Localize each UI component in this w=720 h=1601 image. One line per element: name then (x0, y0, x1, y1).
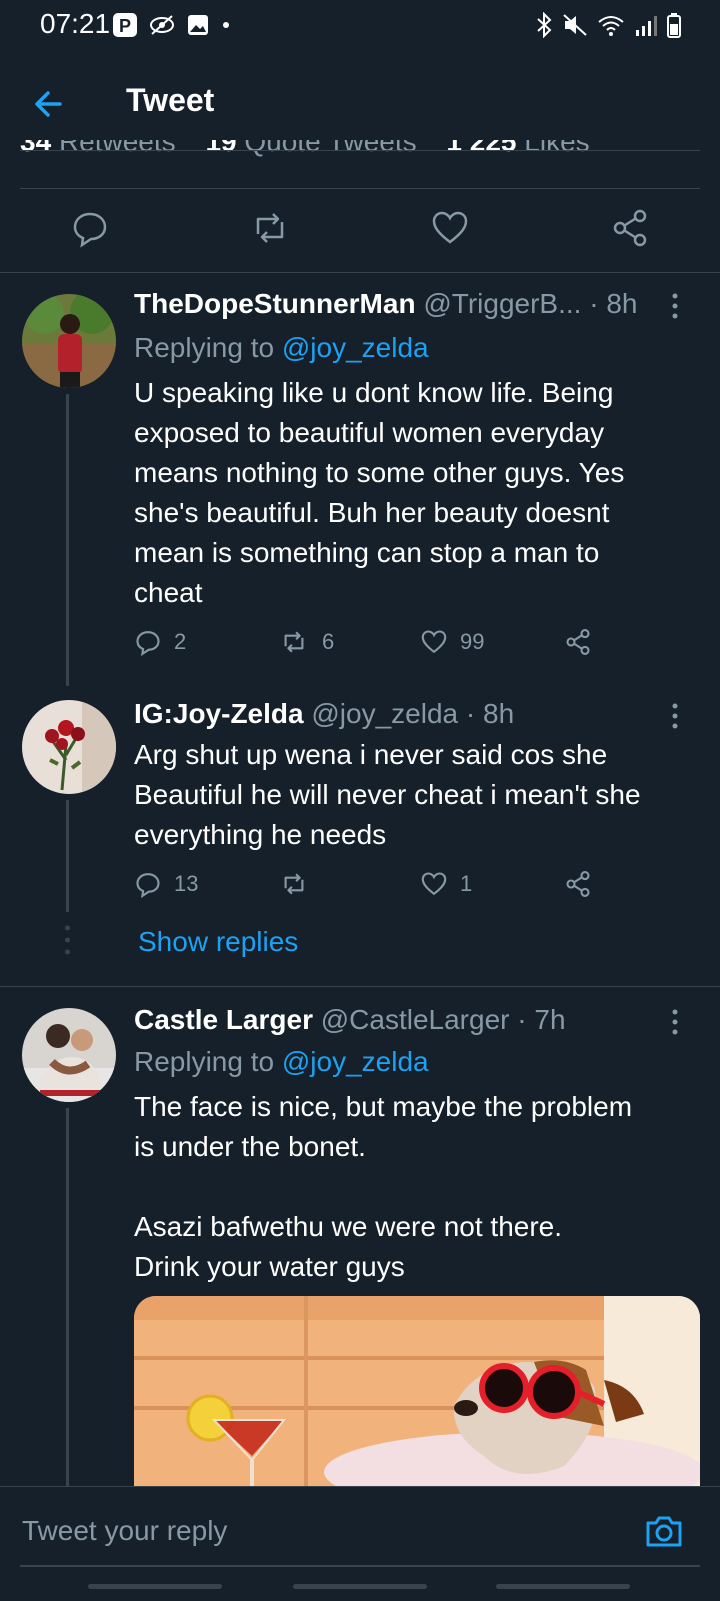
thread-dots-icon (65, 925, 70, 955)
thread-line (66, 800, 69, 912)
reply-count: 13 (174, 871, 199, 896)
like-count: 1 (460, 871, 473, 896)
nav-back-button[interactable] (496, 1584, 630, 1589)
signal-icon (636, 16, 657, 36)
tweet-time: · 7h (517, 1004, 566, 1035)
composer-underline (20, 1565, 700, 1567)
author-handle: @joy_zelda (311, 698, 459, 729)
like-icon (421, 872, 447, 896)
reply-icon[interactable] (70, 208, 110, 248)
replying-to-link[interactable]: @joy_zelda (282, 332, 429, 363)
stats-divider (20, 150, 700, 151)
retweet-icon (284, 873, 304, 895)
reply-action[interactable]: 2 (134, 628, 186, 656)
quotes-count[interactable]: 19 (205, 140, 236, 157)
tweet-time: · 8h (465, 698, 515, 729)
stats-bottom-divider (20, 188, 700, 189)
dot-icon (223, 22, 229, 28)
author-handle: @TriggerB... (423, 288, 582, 319)
system-nav-bar (0, 1580, 720, 1600)
tweet-actions: 13 1 (134, 870, 694, 910)
nav-home-button[interactable] (293, 1584, 427, 1589)
author-name[interactable]: IG:Joy-Zelda (134, 698, 304, 729)
share-icon[interactable] (610, 208, 650, 248)
thread-line (66, 394, 69, 686)
reply-action[interactable]: 13 (134, 870, 198, 898)
camera-icon[interactable] (644, 1511, 684, 1551)
status-right-icons (534, 12, 682, 38)
author-name[interactable]: TheDopeStunnerMan (134, 288, 416, 319)
status-time: 07:21 (40, 8, 111, 39)
status-left-icons: P (112, 12, 232, 38)
no-eye-icon (150, 15, 174, 35)
svg-text:P: P (119, 16, 131, 36)
reply-icon (136, 631, 160, 656)
arrow-left-icon[interactable] (28, 84, 72, 124)
bluetooth-icon (537, 12, 552, 38)
parking-icon: P (113, 13, 137, 37)
retweet-action[interactable] (278, 870, 310, 898)
like-action[interactable]: 1 (420, 870, 472, 898)
show-replies-link[interactable]: Show replies (138, 926, 298, 958)
actions-divider (0, 272, 720, 273)
tweet-text: The face is nice, but maybe the problem … (134, 1091, 633, 1282)
reply-icon (136, 873, 160, 898)
retweet-count: 6 (322, 629, 335, 654)
more-options-icon[interactable] (670, 702, 680, 730)
retweet-action[interactable]: 6 (278, 628, 334, 656)
more-options-icon[interactable] (670, 292, 680, 320)
avatar[interactable] (22, 1008, 116, 1102)
page-title: Tweet (126, 82, 215, 118)
thread-line (66, 1108, 69, 1486)
replying-to-label: Replying to (134, 1046, 282, 1077)
tweet-time: · 8h (589, 288, 638, 319)
share-icon (566, 871, 590, 897)
app-bar: Tweet (0, 68, 720, 140)
tweet-actions: 2 6 99 (134, 628, 694, 668)
nav-recents-button[interactable] (88, 1584, 222, 1589)
likes-count[interactable]: 1 225 (446, 140, 516, 157)
quotes-label[interactable]: Quote Tweets (244, 140, 416, 157)
mute-icon (563, 14, 587, 36)
more-options-icon[interactable] (670, 1008, 680, 1036)
likes-label[interactable]: Likes (524, 140, 589, 157)
image-icon (188, 15, 208, 35)
author-name[interactable]: Castle Larger (134, 1004, 313, 1035)
like-icon[interactable] (430, 208, 470, 248)
share-action[interactable] (564, 628, 592, 656)
share-action[interactable] (564, 870, 592, 898)
battery-icon (667, 13, 681, 38)
main-tweet-actions (0, 200, 720, 260)
like-count: 99 (460, 629, 485, 654)
avatar[interactable] (22, 294, 116, 388)
tweet-text: Arg shut up wena i never said cos she Be… (134, 739, 641, 850)
retweets-count[interactable]: 34 (20, 140, 51, 157)
thread-divider (0, 986, 720, 987)
tweet-media-image[interactable] (134, 1296, 700, 1486)
like-icon (421, 630, 447, 654)
reply-input[interactable]: Tweet your reply (22, 1515, 227, 1547)
retweet-icon[interactable] (250, 208, 290, 248)
avatar[interactable] (22, 700, 116, 794)
replying-to-link[interactable]: @joy_zelda (282, 1046, 429, 1077)
status-bar: 07:21 P (0, 0, 720, 52)
reply-count: 2 (174, 629, 187, 654)
author-handle: @CastleLarger (320, 1004, 510, 1035)
share-icon (566, 629, 590, 655)
tweet-text: U speaking like u dont know life. Being … (134, 377, 625, 608)
replying-to-label: Replying to (134, 332, 282, 363)
tweet-stats: 34 Retweets 19 Quote Tweets 1 225 Likes (0, 140, 720, 166)
retweets-label[interactable]: Retweets (59, 140, 176, 157)
retweet-icon (284, 631, 304, 653)
like-action[interactable]: 99 (420, 628, 484, 656)
wifi-icon (598, 16, 624, 36)
